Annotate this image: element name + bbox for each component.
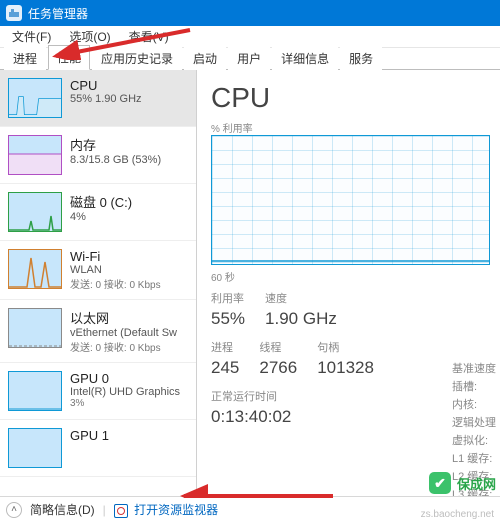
tab-应用历史记录[interactable]: 应用历史记录 (92, 46, 182, 70)
side-sub2: 发送: 0 接收: 0 Kbps (70, 339, 177, 354)
stat-利用率: 利用率55% (211, 290, 245, 329)
side-title: GPU 1 (70, 428, 109, 443)
menu-file[interactable]: 文件(F) (6, 28, 57, 45)
side-title: 内存 (70, 135, 161, 154)
side-sub: 4% (70, 211, 132, 223)
collapse-icon[interactable]: ˄ (6, 502, 22, 518)
tab-详细信息[interactable]: 详细信息 (272, 46, 338, 70)
util-label: % 利用率 (211, 120, 490, 135)
tab-服务[interactable]: 服务 (340, 46, 382, 70)
thumb-disk (8, 192, 62, 232)
side-sub: WLAN (70, 264, 161, 276)
thumb-gpu0 (8, 371, 62, 411)
menu-options[interactable]: 选项(O) (63, 28, 116, 45)
brand-logo-icon: ✔ (429, 472, 451, 494)
sidebar-item-wifi[interactable]: Wi-FiWLAN发送: 0 接收: 0 Kbps (0, 241, 196, 300)
uptime-label: 正常运行时间 (211, 388, 490, 404)
tabstrip: 进程性能应用历史记录启动用户详细信息服务 (0, 48, 500, 70)
side-sub: Intel(R) UHD Graphics (70, 386, 180, 398)
sidebar-item-disk[interactable]: 磁盘 0 (C:)4% (0, 184, 196, 241)
watermark: zs.baocheng.net (421, 509, 494, 520)
side-sub: vEthernet (Default Sw (70, 327, 177, 339)
cpu-chart (211, 135, 490, 265)
uptime-value: 0:13:40:02 (211, 407, 490, 427)
tab-进程[interactable]: 进程 (4, 46, 46, 70)
brand-badge: ✔ 保成网 (429, 472, 496, 494)
side-title: GPU 0 (70, 371, 180, 386)
xaxis-label: 60 秒 (211, 269, 490, 284)
open-resmon-link[interactable]: 打开资源监视器 (114, 501, 218, 518)
app-icon (6, 5, 22, 21)
thumb-eth (8, 308, 62, 348)
side-title: Wi-Fi (70, 249, 161, 264)
side-sub: 8.3/15.8 GB (53%) (70, 154, 161, 166)
open-resmon-label: 打开资源监视器 (134, 503, 218, 517)
sidebar: CPU55% 1.90 GHz内存8.3/15.8 GB (53%)磁盘 0 (… (0, 70, 197, 496)
side-title: 磁盘 0 (C:) (70, 192, 132, 211)
side-sub2: 3% (70, 398, 180, 409)
sidebar-item-eth[interactable]: 以太网vEthernet (Default Sw发送: 0 接收: 0 Kbps (0, 300, 196, 363)
thumb-cpu (8, 78, 62, 118)
thumb-wifi (8, 249, 62, 289)
sidebar-item-gpu0[interactable]: GPU 0Intel(R) UHD Graphics3% (0, 363, 196, 420)
side-sub: 55% 1.90 GHz (70, 93, 142, 105)
tab-启动[interactable]: 启动 (184, 46, 226, 70)
chart-grid (212, 136, 489, 264)
stat-线程: 线程2766 (259, 339, 297, 378)
menu-view[interactable]: 查看(V) (123, 28, 175, 45)
sidebar-item-cpu[interactable]: CPU55% 1.90 GHz (0, 70, 196, 127)
stat-速度: 速度1.90 GHz (265, 290, 337, 329)
window-title: 任务管理器 (28, 5, 88, 22)
thumb-gpu1 (8, 428, 62, 468)
brief-info-button[interactable]: 简略信息(D) (30, 501, 95, 518)
sidebar-item-gpu1[interactable]: GPU 1 (0, 420, 196, 477)
stat-句柄: 句柄101328 (317, 339, 374, 378)
sidebar-item-mem[interactable]: 内存8.3/15.8 GB (53%) (0, 127, 196, 184)
brand-text: 保成网 (457, 474, 496, 493)
tab-用户[interactable]: 用户 (228, 46, 270, 70)
side-title: 以太网 (70, 308, 177, 327)
stat-进程: 进程245 (211, 339, 239, 378)
resmon-icon (114, 504, 128, 518)
detail-title: CPU (211, 82, 490, 114)
thumb-mem (8, 135, 62, 175)
side-title: CPU (70, 78, 142, 93)
tab-性能[interactable]: 性能 (48, 45, 90, 70)
side-sub2: 发送: 0 接收: 0 Kbps (70, 276, 161, 291)
content-panel: CPU % 利用率 60 秒 利用率55% 速度1.90 GHz 进程245 线程2… (197, 70, 500, 496)
window-titlebar: 任务管理器 (0, 0, 500, 26)
